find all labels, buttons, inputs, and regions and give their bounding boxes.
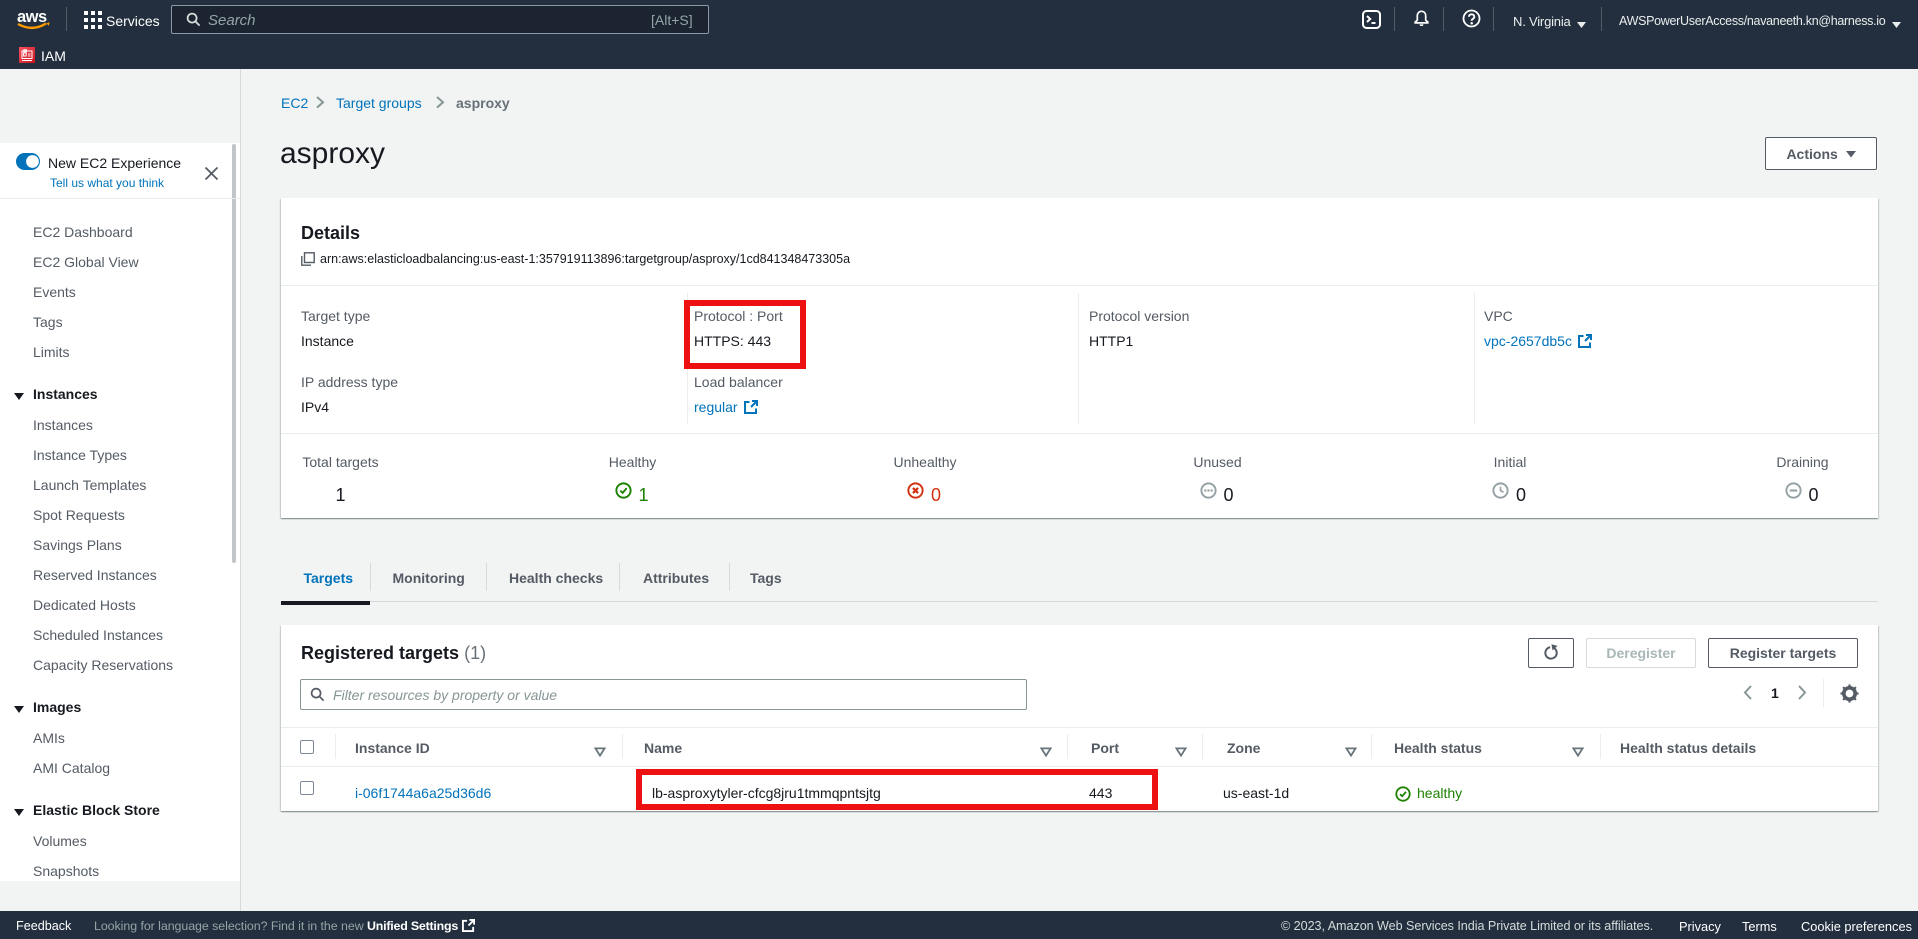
svg-text:aws: aws <box>17 8 47 26</box>
